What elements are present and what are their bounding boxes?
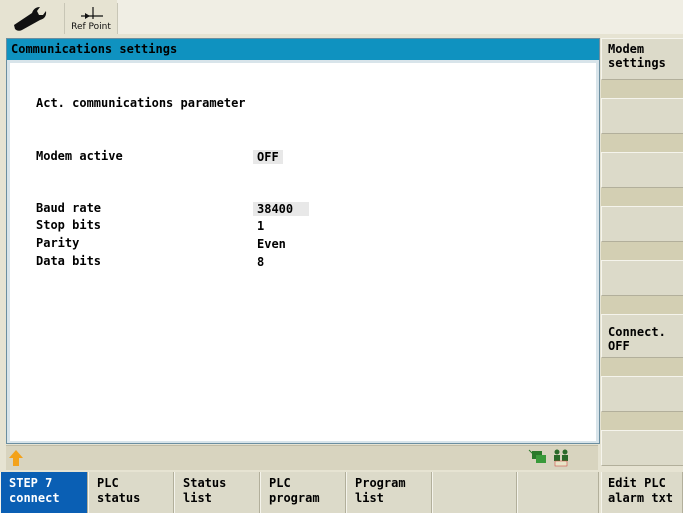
network-icon (528, 449, 546, 463)
panel-body: Act. communications parameter Modem acti… (10, 63, 596, 441)
status-bar (6, 445, 598, 470)
hsoftkey-6[interactable] (432, 472, 517, 513)
ref-point-label: Ref Point (71, 22, 111, 32)
parity-value: Even (257, 237, 286, 251)
vsoftkey-1[interactable]: Modem settings (601, 38, 683, 80)
edit-plc-alarm-txt-softkey[interactable]: Edit PLC alarm txt (601, 472, 683, 513)
baud-rate-value[interactable]: 38400 (253, 202, 309, 216)
vsoftkey-2[interactable] (601, 98, 683, 134)
modem-active-label: Modem active (36, 149, 123, 163)
data-bits-label: Data bits (36, 254, 102, 268)
section-heading: Act. communications parameter (36, 96, 246, 110)
communications-settings-panel: Communications settings Act. communicati… (6, 38, 600, 444)
program-list-softkey[interactable]: Program list (346, 472, 432, 513)
users-icon (554, 449, 568, 467)
status-list-softkey[interactable]: Status list (174, 472, 260, 513)
vsoftkey-7[interactable] (601, 376, 683, 412)
ref-point-button[interactable]: Ref Point (64, 3, 118, 34)
vsoftkey-8[interactable] (601, 430, 683, 466)
network-status-icons (528, 446, 588, 468)
data-bits-value: 8 (257, 255, 265, 269)
vsoftkey-5[interactable] (601, 260, 683, 296)
ref-point-icon (81, 7, 103, 19)
top-toolbar: Ref Point (0, 0, 683, 38)
vsoftkey-4[interactable] (601, 206, 683, 242)
plc-program-softkey[interactable]: PLC program (260, 472, 346, 513)
stop-bits-value: 1 (257, 219, 265, 233)
vsoftkey-3[interactable] (601, 152, 683, 188)
connect-off-softkey[interactable]: Connect. OFF (601, 314, 683, 358)
plc-status-softkey[interactable]: PLC status (88, 472, 174, 513)
panel-title: Communications settings (7, 39, 599, 60)
up-arrow-icon[interactable] (8, 449, 24, 467)
parity-label: Parity (36, 236, 80, 250)
wrench-icon[interactable] (6, 3, 58, 34)
modem-active-value[interactable]: OFF (253, 150, 283, 164)
stop-bits-label: Stop bits (36, 218, 102, 232)
step7-connect-softkey[interactable]: STEP 7 connect (0, 472, 88, 513)
baud-rate-label: Baud rate (36, 201, 102, 215)
hsoftkey-7[interactable] (517, 472, 599, 513)
